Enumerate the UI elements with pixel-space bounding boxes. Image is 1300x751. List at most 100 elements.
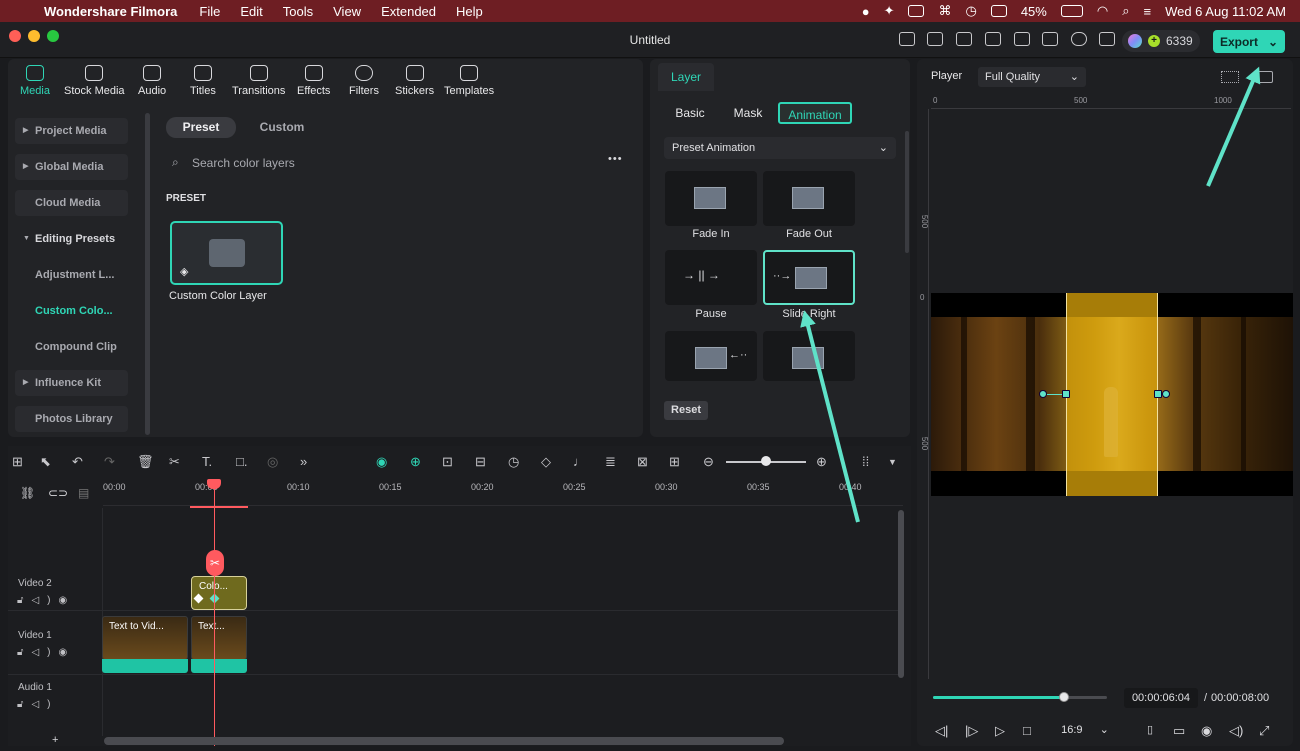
sidebar-item-global-media[interactable]: ▶ Global Media	[15, 154, 128, 180]
search-bar[interactable]: ⌕ Search color layers •••	[160, 151, 630, 175]
status-icon-1[interactable]: ●	[862, 4, 870, 19]
timeline-ruler[interactable]: 00:00 00:05 00:10 00:15 00:20 00:25 00:3…	[103, 480, 903, 506]
tab-audio[interactable]: Audio	[138, 65, 166, 97]
clip-audio-waveform[interactable]	[102, 659, 188, 673]
search-input[interactable]: Search color layers	[192, 156, 295, 170]
zoom-in-icon[interactable]: ⊕	[816, 454, 827, 470]
work-area-marker[interactable]	[190, 506, 248, 508]
preset-animation-dropdown[interactable]: Preset Animation ⌄	[664, 137, 896, 159]
text-tool-icon[interactable]: T.	[202, 454, 212, 469]
left-resize-handle[interactable]	[1039, 390, 1047, 398]
left-anchor-handle[interactable]	[1062, 390, 1070, 398]
status-icon-5[interactable]	[990, 5, 1007, 17]
cloud-icon[interactable]	[1042, 32, 1058, 46]
volume-icon[interactable]: ◁)	[1229, 723, 1243, 739]
layout-icon[interactable]	[985, 32, 1001, 46]
export-button[interactable]: Export ⌄	[1213, 30, 1285, 53]
display-icon[interactable]: ▭	[1173, 723, 1185, 739]
status-icon-3[interactable]	[908, 5, 925, 17]
wifi-icon[interactable]: ◠	[1097, 3, 1108, 19]
next-frame-icon[interactable]: |▷	[965, 723, 978, 739]
tab-transitions[interactable]: Transitions	[232, 65, 285, 97]
play-icon[interactable]: ▷	[995, 723, 1005, 739]
segment-animation[interactable]: Animation	[778, 102, 852, 124]
menu-extended[interactable]: Extended	[381, 4, 436, 19]
snap-icon[interactable]: ⊕	[410, 454, 421, 470]
tab-filters[interactable]: Filters	[349, 65, 379, 97]
spotlight-icon[interactable]: ⌕	[1122, 3, 1129, 19]
replace-icon[interactable]: ⊠	[637, 454, 648, 470]
split-scissors-icon[interactable]: ✂	[206, 550, 224, 576]
delete-icon[interactable]: 🗑︎	[137, 454, 154, 470]
track-controls-audio1[interactable]: 🔓︎◁)	[17, 699, 59, 710]
layer-scrollbar[interactable]	[905, 131, 909, 253]
anim-fade-out[interactable]	[763, 171, 855, 226]
save-icon[interactable]	[1014, 32, 1030, 46]
sidebar-scrollbar[interactable]	[145, 113, 150, 435]
timeline-v-scrollbar[interactable]	[898, 510, 904, 678]
tab-titles[interactable]: Titles	[190, 65, 216, 97]
anim-slide-left[interactable]: ←··	[665, 331, 757, 381]
clip-color-layer[interactable]: Colo...	[191, 576, 247, 610]
right-resize-handle[interactable]	[1162, 390, 1170, 398]
sidebar-item-adjustment-layer[interactable]: Adjustment L...	[15, 262, 128, 288]
crop-icon[interactable]: □.	[236, 454, 247, 469]
fullscreen-icon[interactable]: ⤢	[1259, 723, 1269, 739]
sidebar-item-photos-library[interactable]: Photos Library	[15, 406, 128, 432]
reset-button[interactable]: Reset	[664, 401, 708, 420]
playhead-handle[interactable]	[207, 479, 221, 489]
ai-tool-icon[interactable]: ◎	[267, 454, 278, 470]
clip-audio-waveform[interactable]	[191, 659, 247, 673]
redo-icon[interactable]: ↷	[104, 454, 115, 470]
scope-icon[interactable]	[1257, 71, 1273, 83]
shield-icon[interactable]: ◇	[541, 454, 551, 470]
playback-progress-track[interactable]	[933, 692, 1107, 702]
sidebar-item-cloud-media[interactable]: Cloud Media	[15, 190, 128, 216]
sidebar-item-editing-presets[interactable]: ▼ Editing Presets	[15, 226, 128, 252]
clip-text-to-video[interactable]: Text to Vid...	[102, 616, 188, 660]
right-anchor-handle[interactable]	[1154, 390, 1162, 398]
more-tools-icon[interactable]: »	[300, 454, 307, 469]
ai-mate-icon[interactable]: ◉	[376, 454, 387, 470]
segment-basic[interactable]: Basic	[664, 102, 716, 124]
tab-effects[interactable]: Effects	[297, 65, 330, 97]
aspect-ratio-dropdown[interactable]: 16:9 ⌄	[1049, 719, 1121, 741]
undo-icon[interactable]: ↶	[72, 454, 83, 470]
video-preview[interactable]	[931, 293, 1293, 496]
sidebar-item-project-media[interactable]: ▶ Project Media	[15, 118, 128, 144]
speed-icon[interactable]: ◷	[508, 454, 519, 470]
clock[interactable]: Wed 6 Aug 11:02 AM	[1165, 4, 1286, 19]
playhead-line[interactable]	[214, 480, 215, 746]
anim-zoom[interactable]	[763, 331, 855, 381]
keyframe-diamond[interactable]	[193, 593, 204, 604]
anim-pause[interactable]: → || →	[665, 250, 757, 305]
menu-file[interactable]: File	[199, 4, 220, 19]
select-tool-icon[interactable]: ⬉	[40, 454, 51, 470]
sidebar-item-custom-color[interactable]: Custom Colo...	[15, 298, 128, 324]
zoom-slider-knob[interactable]	[761, 456, 771, 466]
keyframe-icon[interactable]: ⊡	[442, 454, 453, 470]
more-options-icon[interactable]: •••	[608, 153, 623, 165]
quality-dropdown[interactable]: Full Quality ⌄	[978, 67, 1086, 87]
grid-view-icon[interactable]	[1221, 71, 1239, 83]
scissors-icon[interactable]: ✂	[169, 454, 180, 470]
fit-icon[interactable]: ⊞	[669, 454, 680, 470]
grid-menu-icon[interactable]	[1099, 32, 1115, 46]
timeline-h-scrollbar[interactable]	[104, 737, 784, 745]
add-track-icon[interactable]: +	[52, 734, 58, 746]
chevron-down-icon[interactable]: ▼	[888, 457, 897, 467]
clip-text[interactable]: Text...	[191, 616, 247, 660]
status-icon-2[interactable]: ✦	[884, 3, 895, 19]
render-icon[interactable]: ⊟	[475, 454, 486, 470]
battery-icon[interactable]	[1060, 5, 1083, 17]
feedback-icon[interactable]	[956, 32, 972, 46]
send-icon[interactable]	[927, 32, 943, 46]
tab-layer[interactable]: Layer	[658, 63, 714, 91]
custom-color-layer-card[interactable]: ◈	[170, 221, 283, 285]
tab-stickers[interactable]: Stickers	[395, 65, 434, 97]
prev-frame-icon[interactable]: ◁|	[935, 723, 948, 739]
menu-tools[interactable]: Tools	[283, 4, 313, 19]
menu-help[interactable]: Help	[456, 4, 483, 19]
chain-icon[interactable]: ⊂⊃	[48, 486, 68, 500]
layout-grid-icon[interactable]: ⊞	[12, 454, 23, 470]
